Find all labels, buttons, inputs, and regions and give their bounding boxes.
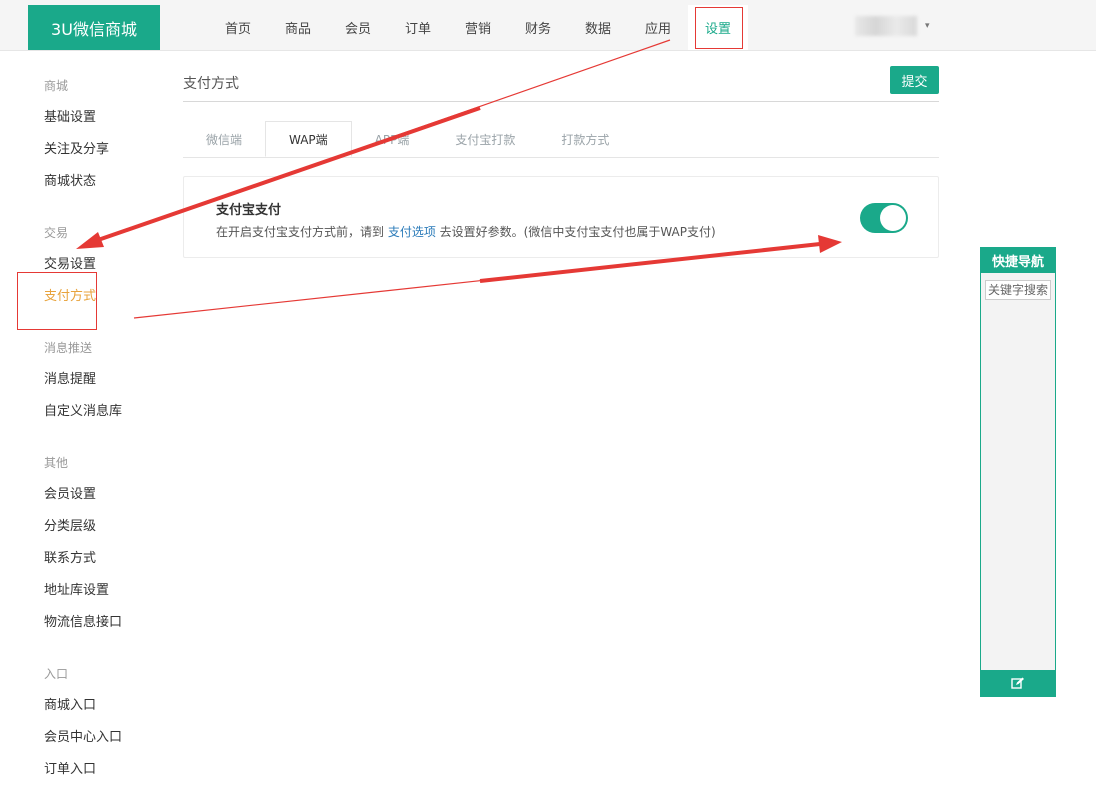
user-name-blurred bbox=[855, 16, 917, 36]
quick-nav-panel: 快捷导航 bbox=[980, 247, 1056, 697]
sidebar-item-member-settings[interactable]: 会员设置 bbox=[44, 479, 154, 511]
sidebar-item-follow-share[interactable]: 关注及分享 bbox=[44, 134, 154, 166]
alipay-card: 支付宝支付 在开启支付宝支付方式前，请到 支付选项 去设置好参数。(微信中支付宝… bbox=[183, 176, 939, 258]
annotation-box-settings bbox=[695, 7, 743, 49]
card-title: 支付宝支付 bbox=[216, 203, 282, 218]
annotation-box-payment bbox=[17, 272, 97, 330]
submit-button[interactable]: 提交 bbox=[890, 66, 939, 94]
brand-logo[interactable]: 3U微信商城 bbox=[28, 5, 160, 50]
nav-apps[interactable]: 应用 bbox=[628, 5, 688, 50]
tab-wechat[interactable]: 微信端 bbox=[183, 121, 265, 157]
user-menu[interactable]: ▾ bbox=[855, 16, 930, 36]
tab-transfer-method[interactable]: 打款方式 bbox=[538, 121, 632, 157]
tab-app[interactable]: APP端 bbox=[352, 121, 433, 157]
desc-before: 在开启支付宝支付方式前，请到 bbox=[216, 225, 388, 239]
nav-products[interactable]: 商品 bbox=[268, 5, 328, 50]
tab-alipay-transfer[interactable]: 支付宝打款 bbox=[432, 121, 538, 157]
sidebar-item-order-entry[interactable]: 订单入口 bbox=[44, 754, 154, 786]
edit-icon bbox=[1011, 677, 1024, 689]
sidebar-group-title: 消息推送 bbox=[44, 341, 93, 355]
sidebar-group-title: 其他 bbox=[44, 456, 69, 470]
sidebar-item-mall-entry[interactable]: 商城入口 bbox=[44, 690, 154, 722]
sidebar-item-contact[interactable]: 联系方式 bbox=[44, 543, 154, 575]
sidebar-item-address-library[interactable]: 地址库设置 bbox=[44, 575, 154, 607]
nav-marketing[interactable]: 营销 bbox=[448, 5, 508, 50]
sidebar-item-member-center-entry[interactable]: 会员中心入口 bbox=[44, 722, 154, 754]
alipay-toggle[interactable] bbox=[860, 203, 908, 233]
tab-wap[interactable]: WAP端 bbox=[265, 121, 352, 157]
nav-orders[interactable]: 订单 bbox=[388, 5, 448, 50]
main-nav: 首页 商品 会员 订单 营销 财务 数据 应用 设置 bbox=[208, 5, 748, 50]
top-header: 3U微信商城 首页 商品 会员 订单 营销 财务 数据 应用 设置 ▾ bbox=[0, 0, 1096, 51]
sidebar-item-custom-messages[interactable]: 自定义消息库 bbox=[44, 396, 154, 428]
sidebar-item-category-levels[interactable]: 分类层级 bbox=[44, 511, 154, 543]
desc-after: 去设置好参数。(微信中支付宝支付也属于WAP支付) bbox=[435, 225, 716, 239]
sidebar-item-mall-status[interactable]: 商城状态 bbox=[44, 166, 154, 198]
quick-nav-title: 快捷导航 bbox=[981, 248, 1055, 273]
sidebar-item-basic-settings[interactable]: 基础设置 bbox=[44, 102, 154, 134]
payment-tabs: 微信端 WAP端 APP端 支付宝打款 打款方式 bbox=[183, 121, 939, 158]
page-header: 支付方式 提交 bbox=[183, 64, 939, 102]
toggle-knob bbox=[880, 205, 906, 231]
nav-home[interactable]: 首页 bbox=[208, 5, 268, 50]
quick-search-input[interactable] bbox=[985, 280, 1051, 300]
sidebar-item-message-reminder[interactable]: 消息提醒 bbox=[44, 364, 154, 396]
caret-down-icon: ▾ bbox=[925, 21, 930, 31]
annotation-arrows bbox=[76, 39, 842, 319]
nav-data[interactable]: 数据 bbox=[568, 5, 628, 50]
nav-members[interactable]: 会员 bbox=[328, 5, 388, 50]
sidebar-group-title: 交易 bbox=[44, 226, 69, 240]
nav-finance[interactable]: 财务 bbox=[508, 5, 568, 50]
sidebar-item-logistics-api[interactable]: 物流信息接口 bbox=[44, 607, 154, 639]
sidebar-group-title: 商城 bbox=[44, 79, 69, 93]
page-title: 支付方式 bbox=[183, 76, 239, 92]
card-description: 在开启支付宝支付方式前，请到 支付选项 去设置好参数。(微信中支付宝支付也属于W… bbox=[216, 223, 716, 240]
payment-options-link[interactable]: 支付选项 bbox=[388, 225, 436, 239]
sidebar-group-title: 入口 bbox=[44, 667, 69, 681]
settings-sidebar: 商城 基础设置 关注及分享 商城状态 交易 交易设置 支付方式 消息推送 消息提… bbox=[44, 70, 154, 786]
quick-nav-edit-button[interactable] bbox=[981, 670, 1055, 696]
